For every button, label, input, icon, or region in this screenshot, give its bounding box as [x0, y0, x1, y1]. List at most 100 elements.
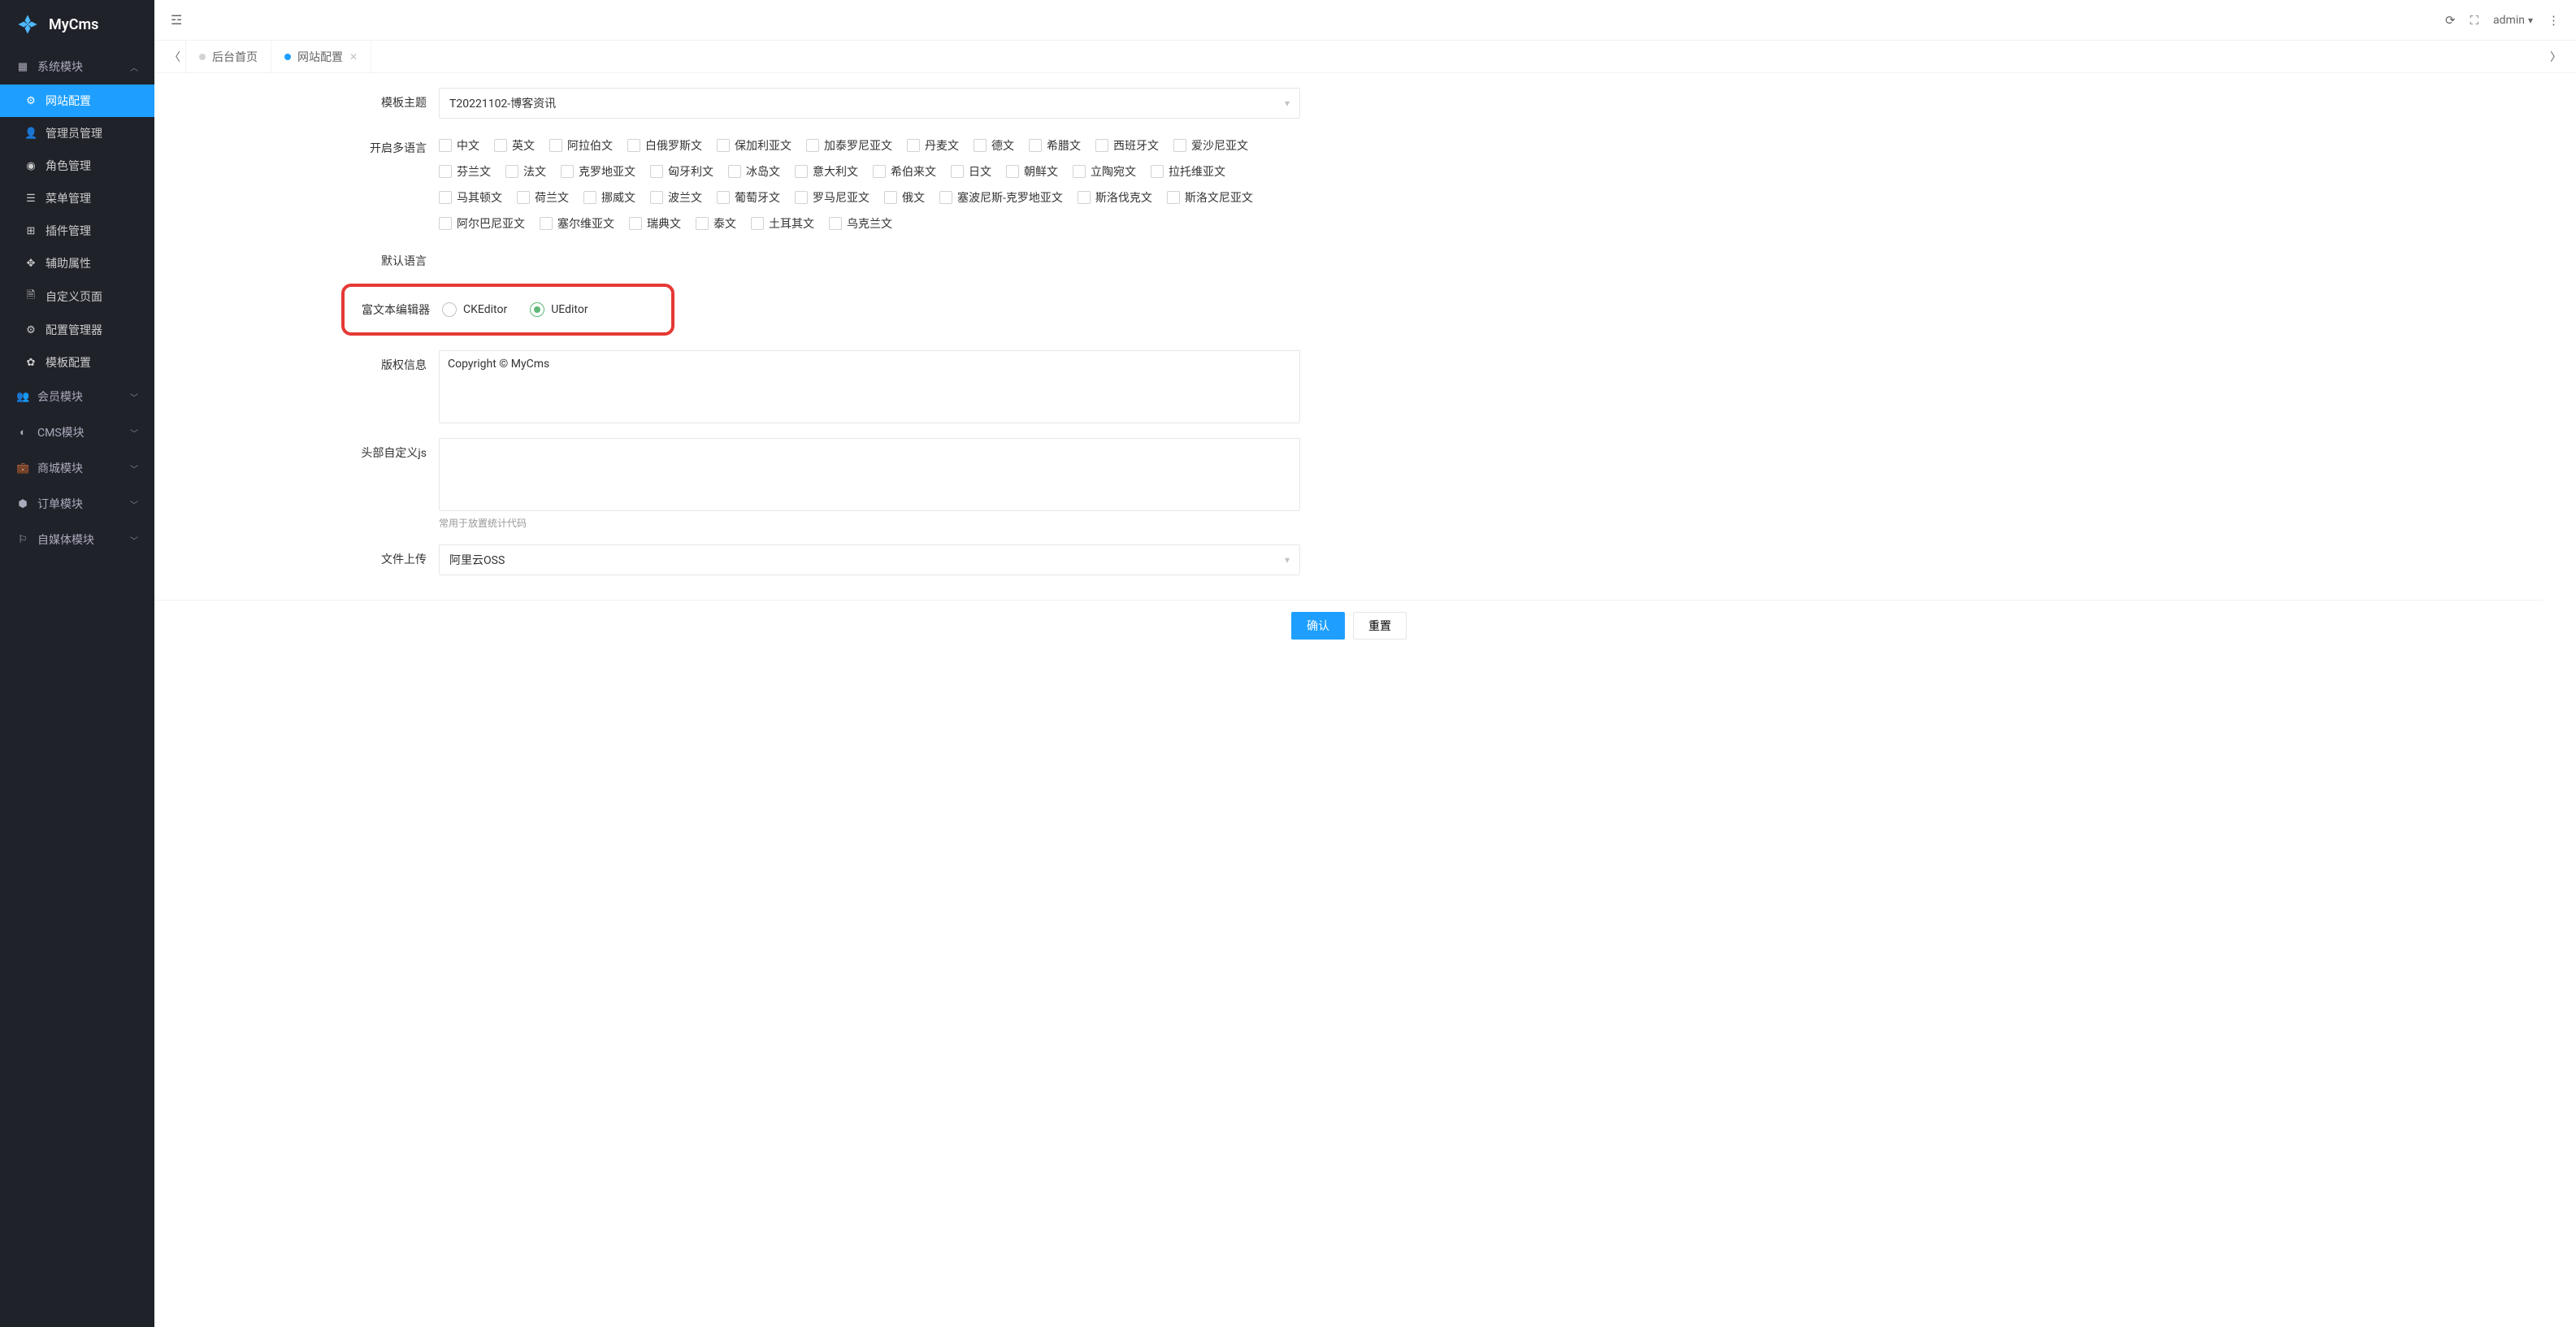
checkbox-language[interactable]: 爱沙尼亚文	[1173, 137, 1248, 154]
checkbox-language[interactable]: 塞波尼斯-克罗地亚文	[939, 189, 1063, 206]
checkbox-language[interactable]: 罗马尼亚文	[795, 189, 870, 206]
nav-group-shop[interactable]: 💼 商城模块 ﹀	[0, 450, 154, 486]
nav-item-custom-page[interactable]: 🗎 自定义页面	[0, 280, 154, 314]
tabs-bar: 〈 后台首页 网站配置 ✕ 〉	[154, 41, 2576, 73]
checkbox-language[interactable]: 立陶宛文	[1073, 163, 1136, 180]
select-file-upload[interactable]: 阿里云OSS ▾	[439, 544, 1300, 575]
checkbox-language[interactable]: 斯洛文尼亚文	[1167, 189, 1253, 206]
tab-home[interactable]: 后台首页	[185, 41, 271, 72]
checkbox-language[interactable]: 乌克兰文	[829, 215, 892, 232]
checkbox-icon	[974, 139, 987, 152]
checkbox-icon	[627, 139, 640, 152]
file-icon: 🗎	[24, 288, 37, 306]
flag-icon: ⚐	[16, 534, 29, 546]
tab-dot-icon	[284, 54, 291, 60]
checkbox-language[interactable]: 德文	[974, 137, 1014, 154]
user-icon: 👤	[24, 128, 37, 140]
checkbox-language[interactable]: 西班牙文	[1095, 137, 1159, 154]
radio-ueditor[interactable]: UEditor	[530, 302, 588, 317]
checkbox-language[interactable]: 俄文	[884, 189, 925, 206]
windows-icon: ▦	[16, 61, 29, 73]
checkbox-language[interactable]: 希腊文	[1029, 137, 1081, 154]
checkbox-icon	[795, 165, 808, 178]
checkbox-language[interactable]: 意大利文	[795, 163, 858, 180]
checkbox-language[interactable]: 瑞典文	[629, 215, 681, 232]
checkbox-language[interactable]: 拉托维亚文	[1151, 163, 1225, 180]
close-icon[interactable]: ✕	[349, 51, 358, 63]
checkbox-language[interactable]: 斯洛伐克文	[1078, 189, 1152, 206]
highlight-rich-editor: 富文本编辑器 CKEditor UEditor	[341, 284, 674, 336]
checkbox-icon	[1151, 165, 1164, 178]
chevron-down-icon: ﹀	[130, 427, 138, 439]
radio-ckeditor[interactable]: CKEditor	[442, 302, 507, 317]
circle-icon: ◐	[16, 426, 29, 439]
checkbox-language[interactable]: 荷兰文	[517, 189, 569, 206]
checkbox-icon	[1173, 139, 1186, 152]
checkbox-icon	[439, 191, 452, 204]
checkbox-language[interactable]: 加泰罗尼亚文	[806, 137, 892, 154]
brand-name: MyCms	[49, 16, 98, 33]
nav-item-admin-manage[interactable]: 👤 管理员管理	[0, 117, 154, 150]
nav-group-media[interactable]: ⚐ 自媒体模块 ﹀	[0, 522, 154, 557]
checkbox-language[interactable]: 匈牙利文	[650, 163, 713, 180]
checkbox-language[interactable]: 马其顿文	[439, 189, 502, 206]
checkbox-language[interactable]: 克罗地亚文	[561, 163, 635, 180]
fullscreen-icon[interactable]: ⛶	[2470, 13, 2479, 28]
checkbox-icon	[951, 165, 964, 178]
select-template-theme[interactable]: T20221102-博客资讯 ▾	[439, 88, 1300, 119]
checkbox-language[interactable]: 英文	[494, 137, 535, 154]
textarea-head-js[interactable]	[439, 438, 1300, 511]
confirm-button[interactable]: 确认	[1291, 612, 1345, 640]
checkbox-icon	[629, 217, 642, 230]
sidebar: MyCms ▦ 系统模块 ︿ ⚙ 网站配置 👤 管理员管理 ◉ 角色管理 ☰	[0, 0, 154, 1327]
nav-item-config-manager[interactable]: ⚙ 配置管理器	[0, 314, 154, 346]
nav-item-role-manage[interactable]: ◉ 角色管理	[0, 150, 154, 182]
checkbox-icon	[583, 191, 596, 204]
nav-group-member[interactable]: 👥 会员模块 ﹀	[0, 379, 154, 414]
checkbox-language[interactable]: 希伯来文	[873, 163, 936, 180]
checkbox-language[interactable]: 葡萄牙文	[717, 189, 780, 206]
checkbox-language[interactable]: 冰岛文	[728, 163, 780, 180]
checkbox-language[interactable]: 丹麦文	[907, 137, 959, 154]
nav-item-template-config[interactable]: ✿ 模板配置	[0, 346, 154, 379]
textarea-copyright[interactable]: Copyright © MyCms	[439, 350, 1300, 423]
checkbox-language[interactable]: 泰文	[696, 215, 736, 232]
checkbox-language[interactable]: 朝鲜文	[1006, 163, 1058, 180]
checkbox-language[interactable]: 保加利亚文	[717, 137, 791, 154]
user-dropdown[interactable]: admin ▾	[2493, 14, 2533, 27]
nav-group-cms[interactable]: ◐ CMS模块 ﹀	[0, 414, 154, 450]
checkbox-language[interactable]: 白俄罗斯文	[627, 137, 702, 154]
label-default-lang: 默认语言	[154, 246, 439, 269]
checkbox-icon	[884, 191, 897, 204]
sidebar-toggle[interactable]: ☲	[171, 12, 182, 28]
refresh-icon[interactable]: ⟳	[2445, 13, 2456, 28]
form-footer: 确认 重置	[154, 600, 2543, 651]
checkbox-language[interactable]: 法文	[505, 163, 546, 180]
more-icon[interactable]: ⋮	[2548, 13, 2560, 28]
checkbox-language[interactable]: 波兰文	[650, 189, 702, 206]
checkbox-language[interactable]: 阿拉伯文	[549, 137, 613, 154]
reset-button[interactable]: 重置	[1353, 612, 1407, 640]
checkbox-icon	[505, 165, 518, 178]
nav-item-menu-manage[interactable]: ☰ 菜单管理	[0, 182, 154, 215]
help-head-js: 常用于放置统计代码	[439, 516, 1300, 530]
tab-prev[interactable]: 〈	[164, 49, 185, 65]
checkbox-language[interactable]: 中文	[439, 137, 479, 154]
nav-group-system[interactable]: ▦ 系统模块 ︿	[0, 49, 154, 85]
checkbox-language[interactable]: 阿尔巴尼亚文	[439, 215, 525, 232]
tab-next[interactable]: 〉	[2545, 49, 2566, 65]
checkbox-language[interactable]: 塞尔维亚文	[540, 215, 614, 232]
nav-item-aux-attr[interactable]: ✥ 辅助属性	[0, 247, 154, 280]
plus-square-icon: ⊞	[24, 225, 37, 237]
chevron-down-icon: ﹀	[130, 391, 138, 403]
checkbox-language[interactable]: 土耳其文	[751, 215, 814, 232]
checkbox-language[interactable]: 日文	[951, 163, 991, 180]
nav-item-site-config[interactable]: ⚙ 网站配置	[0, 85, 154, 117]
nav-group-order[interactable]: ⬢ 订单模块 ﹀	[0, 486, 154, 522]
tab-site-config[interactable]: 网站配置 ✕	[271, 41, 371, 72]
nav-item-plugin-manage[interactable]: ⊞ 插件管理	[0, 215, 154, 247]
checkbox-language[interactable]: 芬兰文	[439, 163, 491, 180]
logo[interactable]: MyCms	[0, 0, 154, 49]
radio-icon	[442, 302, 457, 317]
checkbox-language[interactable]: 挪威文	[583, 189, 635, 206]
